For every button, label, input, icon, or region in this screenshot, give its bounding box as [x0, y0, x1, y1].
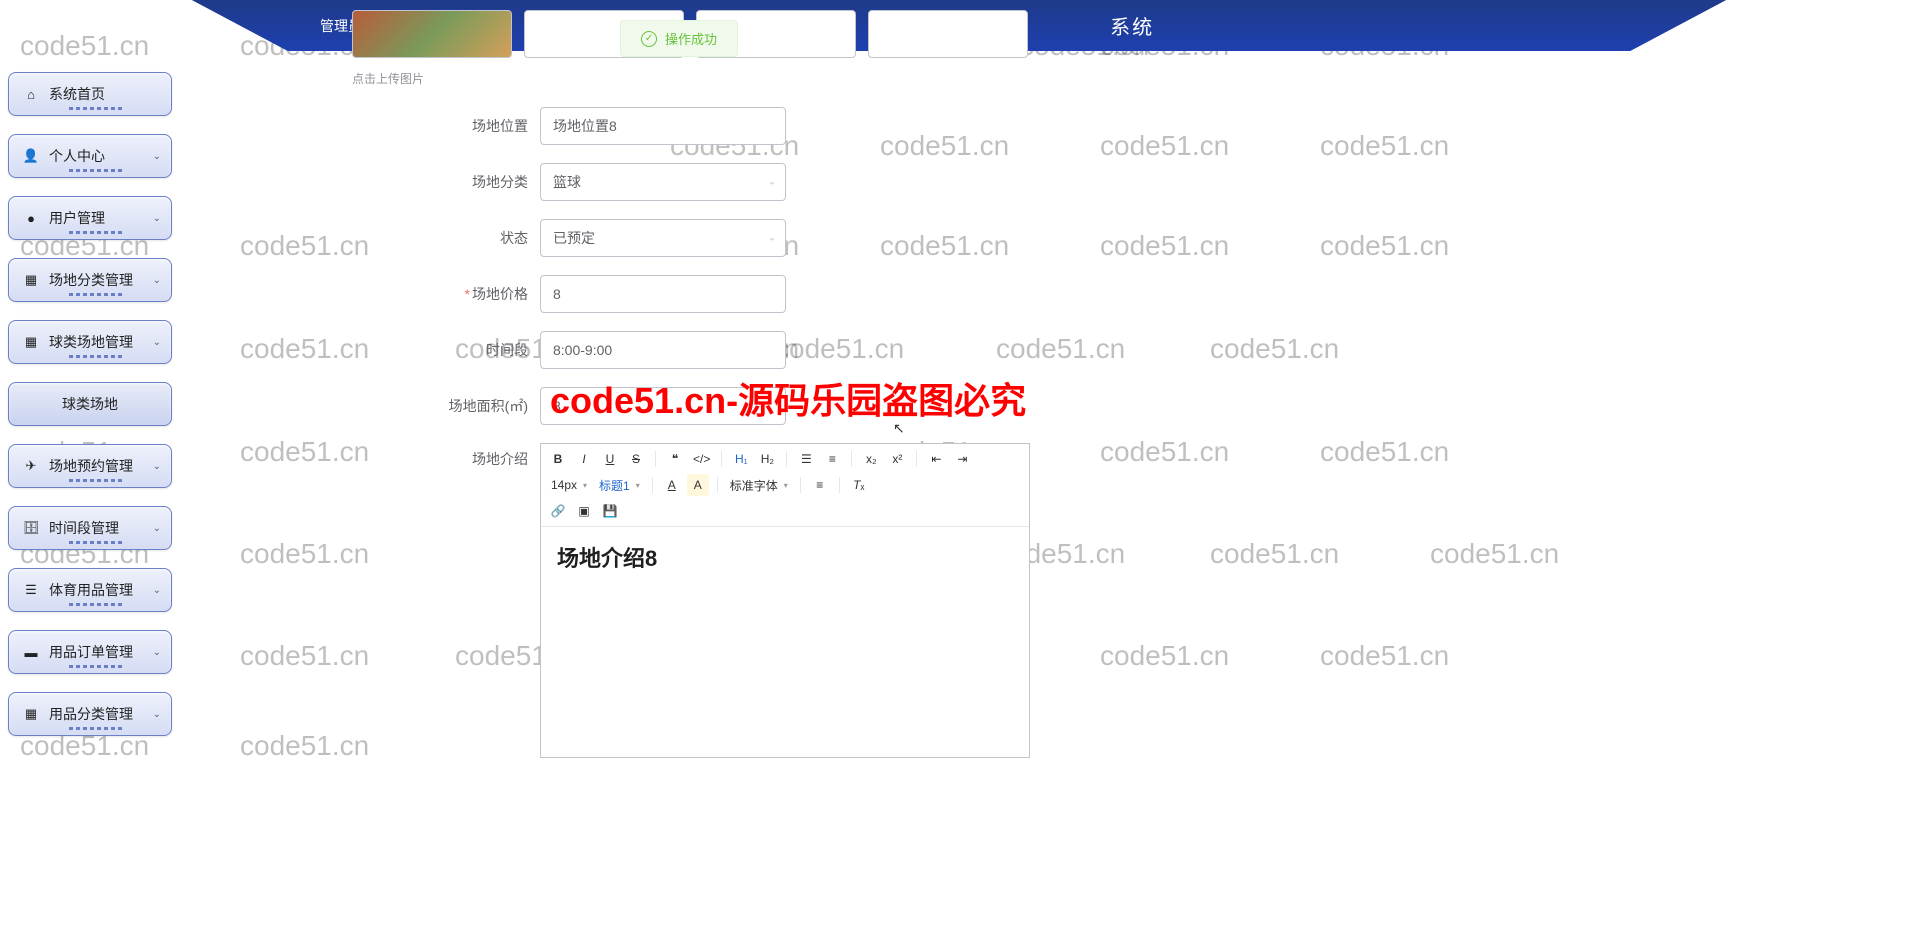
align-button[interactable]: ≡ — [809, 474, 831, 496]
location-input[interactable] — [540, 107, 786, 145]
timeslot-label: 时间段 — [190, 340, 540, 360]
code-button[interactable]: </> — [690, 448, 713, 470]
font-size-select[interactable]: 14px▾ — [547, 478, 591, 492]
sidebar-item-label: 球类场地管理 — [49, 332, 133, 352]
area-input[interactable] — [540, 387, 786, 425]
sidebar-item-label: 时间段管理 — [49, 518, 119, 538]
pin-icon: ● — [23, 210, 39, 226]
save-button[interactable]: 💾 — [599, 500, 621, 522]
superscript-button[interactable]: x² — [886, 448, 908, 470]
status-label: 状态 — [190, 228, 540, 248]
sidebar-item-equip-category[interactable]: ▦ 用品分类管理 ⌄ — [8, 692, 172, 736]
check-icon: ✓ — [641, 31, 657, 47]
grid-icon: ▦ — [23, 334, 39, 350]
sidebar-item-label: 用品分类管理 — [49, 704, 133, 724]
editor-content[interactable]: 场地介绍8 — [541, 527, 1029, 757]
briefcase-icon: 🗄 — [23, 520, 39, 536]
sidebar-item-reservation[interactable]: ✈ 场地预约管理 ⌄ — [8, 444, 172, 488]
chevron-down-icon: ⌄ — [153, 461, 161, 472]
sidebar-item-sports-equip[interactable]: ☰ 体育用品管理 ⌄ — [8, 568, 172, 612]
sidebar-item-label: 场地预约管理 — [49, 456, 133, 476]
chevron-down-icon: ⌄ — [153, 275, 161, 286]
outdent-button[interactable]: ⇥ — [951, 448, 973, 470]
indent-button[interactable]: ⇤ — [925, 448, 947, 470]
intro-label: 场地介绍 — [190, 443, 540, 469]
font-family-select[interactable]: 标准字体▾ — [726, 477, 792, 494]
price-input[interactable] — [540, 275, 786, 313]
underline-button[interactable]: U — [599, 448, 621, 470]
bold-button[interactable]: B — [547, 448, 569, 470]
sidebar-item-timeslot[interactable]: 🗄 时间段管理 ⌄ — [8, 506, 172, 550]
list-icon: ☰ — [23, 582, 39, 598]
editor-toolbar: B I U S ❝ </> H₁ H₂ ☰ ≡ x₂ x² — [541, 444, 1029, 527]
sidebar-item-home[interactable]: ⌂ 系统首页 — [8, 72, 172, 116]
sidebar-item-equip-order[interactable]: ▬ 用品订单管理 ⌄ — [8, 630, 172, 674]
sidebar-item-label: 场地分类管理 — [49, 270, 133, 290]
doc-icon: ▦ — [23, 272, 39, 288]
person-icon: 👤 — [23, 148, 39, 164]
book-icon: ▬ — [23, 644, 39, 660]
chevron-down-icon: ⌄ — [153, 523, 161, 534]
home-icon: ⌂ — [23, 86, 39, 102]
chevron-down-icon: ⌄ — [153, 337, 161, 348]
heading-select[interactable]: 标题1▾ — [595, 477, 644, 494]
sidebar-item-label: 系统首页 — [49, 84, 105, 104]
rich-text-editor: B I U S ❝ </> H₁ H₂ ☰ ≡ x₂ x² — [540, 443, 1030, 758]
category-label: 场地分类 — [190, 172, 540, 192]
image-button[interactable]: ▣ — [573, 500, 595, 522]
h2-button[interactable]: H₂ — [756, 448, 778, 470]
main-content: 点击上传图片 场地位置 场地分类 ⌄ 状态 ⌄ *场地价格 时间段 — [190, 0, 1918, 776]
sidebar-item-label: 用户管理 — [49, 208, 105, 228]
chevron-down-icon: ⌄ — [153, 213, 161, 224]
send-icon: ✈ — [23, 458, 39, 474]
success-toast: ✓ 操作成功 — [620, 20, 738, 57]
upload-image-row — [352, 10, 1918, 58]
ol-button[interactable]: ☰ — [795, 448, 817, 470]
sidebar-item-label: 体育用品管理 — [49, 580, 133, 600]
link-button[interactable]: 🔗 — [547, 500, 569, 522]
sidebar-item-venue-category[interactable]: ▦ 场地分类管理 ⌄ — [8, 258, 172, 302]
italic-button[interactable]: I — [573, 448, 595, 470]
timeslot-input[interactable] — [540, 331, 786, 369]
chevron-down-icon: ⌄ — [153, 647, 161, 658]
subscript-button[interactable]: x₂ — [860, 448, 882, 470]
toast-message: 操作成功 — [665, 29, 717, 48]
sidebar-item-ball-venue[interactable]: 球类场地 — [8, 382, 172, 426]
sidebar-item-profile[interactable]: 👤 个人中心 ⌄ — [8, 134, 172, 178]
area-label: 场地面积(㎡) — [190, 396, 540, 416]
category-select[interactable] — [540, 163, 786, 201]
strike-button[interactable]: S — [625, 448, 647, 470]
grid-icon: ▦ — [23, 706, 39, 722]
sidebar-item-label: 用品订单管理 — [49, 642, 133, 662]
upload-hint: 点击上传图片 — [352, 70, 1918, 87]
sidebar-item-label: 球类场地 — [62, 394, 118, 414]
sidebar-item-users[interactable]: ● 用户管理 ⌄ — [8, 196, 172, 240]
sidebar-item-ball-venue-mgmt[interactable]: ▦ 球类场地管理 ⌄ — [8, 320, 172, 364]
sidebar: ⌂ 系统首页 👤 个人中心 ⌄ ● 用户管理 ⌄ ▦ 场地分类管理 ⌄ ▦ 球类… — [8, 72, 172, 736]
ul-button[interactable]: ≡ — [821, 448, 843, 470]
clear-format-button[interactable]: Tₓ — [848, 474, 870, 496]
chevron-down-icon: ⌄ — [153, 585, 161, 596]
price-label: *场地价格 — [190, 284, 540, 304]
chevron-down-icon: ⌄ — [153, 151, 161, 162]
text-color-button[interactable]: A — [661, 474, 683, 496]
upload-slot[interactable] — [868, 10, 1028, 58]
quote-button[interactable]: ❝ — [664, 448, 686, 470]
sidebar-item-label: 个人中心 — [49, 146, 105, 166]
venue-form: 场地位置 场地分类 ⌄ 状态 ⌄ *场地价格 时间段 场地面积(㎡) — [190, 107, 1918, 758]
location-label: 场地位置 — [190, 116, 540, 136]
chevron-down-icon: ⌄ — [153, 709, 161, 720]
h1-button[interactable]: H₁ — [730, 448, 752, 470]
bg-color-button[interactable]: A — [687, 474, 709, 496]
uploaded-image-thumb[interactable] — [352, 10, 512, 58]
status-select[interactable] — [540, 219, 786, 257]
